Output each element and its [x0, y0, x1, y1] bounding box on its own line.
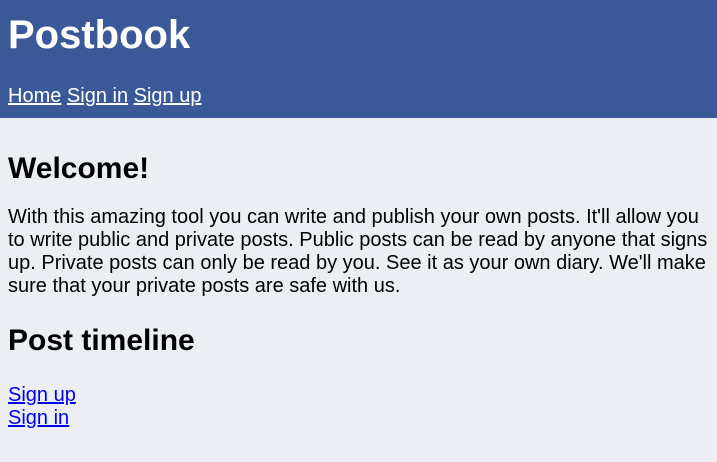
- post-timeline-heading: Post timeline: [8, 324, 195, 357]
- main-content: Welcome! With this amazing tool you can …: [0, 152, 717, 430]
- timeline-sign-up-link[interactable]: Sign up: [8, 384, 76, 407]
- intro-paragraph: With this amazing tool you can write and…: [8, 206, 708, 297]
- welcome-heading: Welcome!: [8, 152, 150, 185]
- main-nav: Home Sign in Sign up: [8, 84, 709, 108]
- nav-home-link[interactable]: Home: [8, 85, 61, 107]
- site-header: Postbook Home Sign in Sign up: [0, 0, 717, 118]
- nav-sign-up-link[interactable]: Sign up: [134, 85, 202, 107]
- timeline-sign-in-link[interactable]: Sign in: [8, 407, 69, 430]
- nav-sign-in-link[interactable]: Sign in: [67, 85, 128, 107]
- timeline-links: Sign up Sign in: [8, 384, 709, 430]
- site-title: Postbook: [8, 13, 191, 57]
